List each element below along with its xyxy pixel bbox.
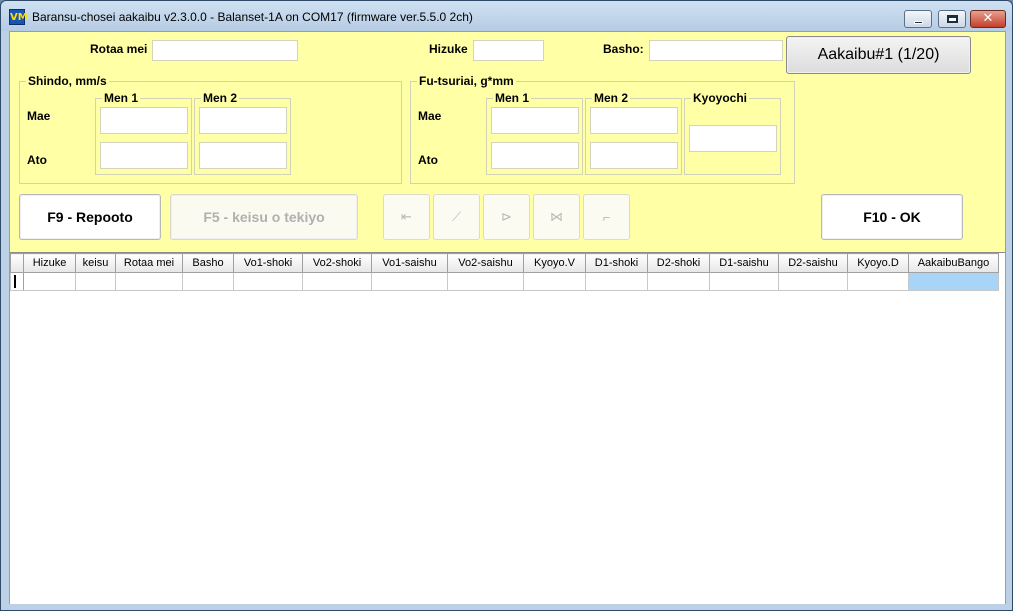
previous-record-button[interactable]: ⟋ — [433, 194, 480, 240]
apply-coefficient-button[interactable]: F5 - keisu o tekiyo — [170, 194, 358, 240]
place-field[interactable] — [649, 40, 783, 61]
column-header[interactable]: D2-saishu — [778, 253, 848, 273]
maximize-button[interactable] — [938, 10, 966, 28]
column-header[interactable]: D1-shoki — [585, 253, 648, 273]
next-record-icon: ⊳ — [501, 209, 512, 224]
selected-table-cell[interactable] — [908, 272, 999, 291]
column-header[interactable]: Hizuke — [23, 253, 76, 273]
maximize-icon — [947, 15, 958, 23]
table-cell[interactable] — [182, 272, 234, 291]
table-cell[interactable] — [778, 272, 848, 291]
ok-button[interactable]: F10 - OK — [821, 194, 963, 240]
column-header[interactable]: D1-saishu — [709, 253, 779, 273]
table-cell[interactable] — [647, 272, 710, 291]
last-record-button[interactable]: ⋈ — [533, 194, 580, 240]
table-cell[interactable] — [585, 272, 648, 291]
column-header[interactable]: Basho — [182, 253, 234, 273]
vibration-plane2-label: Men 2 — [201, 91, 240, 105]
rotor-name-field[interactable] — [152, 40, 298, 61]
table-cell[interactable] — [523, 272, 586, 291]
table-cell[interactable] — [371, 272, 448, 291]
last-record-icon: ⋈ — [550, 209, 563, 224]
archive-number-button[interactable]: Aakaibu#1 (1/20) — [786, 36, 971, 74]
input-panel: Rotaa mei Hizuke Basho: Aakaibu#1 (1/20)… — [10, 32, 1005, 252]
archive-grid[interactable]: Hizuke keisu Rotaa mei Basho Vo1-shoki V… — [10, 252, 1005, 604]
previous-record-icon: ⟋ — [451, 209, 462, 224]
first-record-icon: ⇤ — [401, 209, 412, 224]
vibration-after-label: Ato — [27, 153, 47, 167]
unbalance-after-label: Ato — [418, 153, 438, 167]
table-cell[interactable] — [233, 272, 303, 291]
rotor-name-label: Rotaa mei — [90, 42, 148, 56]
unbalance-plane1-before-field[interactable] — [491, 107, 579, 134]
app-logo-icon: VM — [9, 9, 28, 25]
table-cell[interactable] — [847, 272, 909, 291]
first-record-button[interactable]: ⇤ — [383, 194, 430, 240]
tolerance-field[interactable] — [689, 125, 777, 152]
vibration-plane1-label: Men 1 — [102, 91, 141, 105]
unbalance-plane2-before-field[interactable] — [590, 107, 678, 134]
window-title: Baransu-chosei aakaibu v2.3.0.0 - Balans… — [32, 10, 473, 24]
date-label: Hizuke — [429, 42, 468, 56]
delete-record-button[interactable]: ⌐ — [583, 194, 630, 240]
minimize-button[interactable] — [904, 10, 932, 28]
vibration-before-label: Mae — [27, 109, 51, 123]
unbalance-plane1-label: Men 1 — [493, 91, 532, 105]
row-pointer-icon — [14, 275, 16, 288]
table-cell[interactable] — [447, 272, 524, 291]
vibration-plane1-after-field[interactable] — [100, 142, 188, 169]
vibration-plane2-before-field[interactable] — [199, 107, 287, 134]
delete-record-icon: ⌐ — [602, 209, 611, 225]
unbalance-plane2-label: Men 2 — [592, 91, 631, 105]
place-label: Basho: — [603, 42, 644, 56]
unbalance-plane1-after-field[interactable] — [491, 142, 579, 169]
vibration-plane1-before-field[interactable] — [100, 107, 188, 134]
column-header[interactable]: Kyoyo.D — [847, 253, 909, 273]
next-record-button[interactable]: ⊳ — [483, 194, 530, 240]
table-row[interactable] — [10, 272, 999, 291]
unbalance-group: Fu-tsuriai, g*mm Men 1 Men 2 Kyoyochi Ma… — [410, 74, 795, 184]
table-cell[interactable] — [302, 272, 372, 291]
report-button[interactable]: F9 - Repooto — [19, 194, 161, 240]
column-header[interactable]: Kyoyo.V — [523, 253, 586, 273]
vibration-group-title: Shindo, mm/s — [26, 74, 109, 88]
column-header[interactable]: D2-shoki — [647, 253, 710, 273]
column-header[interactable]: keisu — [75, 253, 116, 273]
table-cell[interactable] — [709, 272, 779, 291]
column-header[interactable]: Rotaa mei — [115, 253, 183, 273]
title-bar[interactable]: VM Baransu-chosei aakaibu v2.3.0.0 - Bal… — [1, 1, 1012, 31]
archive-table: Hizuke keisu Rotaa mei Basho Vo1-shoki V… — [10, 253, 999, 291]
client-area: Rotaa mei Hizuke Basho: Aakaibu#1 (1/20)… — [9, 31, 1006, 604]
column-header[interactable]: Vo1-shoki — [233, 253, 303, 273]
unbalance-plane2-after-field[interactable] — [590, 142, 678, 169]
column-header[interactable]: Vo2-saishu — [447, 253, 524, 273]
vibration-group: Shindo, mm/s Men 1 Men 2 Mae Ato — [19, 74, 402, 184]
table-corner[interactable] — [10, 253, 24, 273]
date-field[interactable] — [473, 40, 544, 61]
unbalance-group-title: Fu-tsuriai, g*mm — [417, 74, 516, 88]
close-icon: ✕ — [982, 11, 994, 26]
table-cell[interactable] — [23, 272, 76, 291]
table-header-row: Hizuke keisu Rotaa mei Basho Vo1-shoki V… — [10, 253, 999, 273]
row-header[interactable] — [10, 272, 24, 291]
column-header[interactable]: Vo1-saishu — [371, 253, 448, 273]
table-cell[interactable] — [75, 272, 116, 291]
minimize-icon — [914, 21, 923, 24]
unbalance-before-label: Mae — [418, 109, 442, 123]
app-window: VM Baransu-chosei aakaibu v2.3.0.0 - Bal… — [0, 0, 1013, 611]
vibration-plane2-after-field[interactable] — [199, 142, 287, 169]
table-cell[interactable] — [115, 272, 183, 291]
close-button[interactable]: ✕ — [970, 10, 1006, 28]
tolerance-label: Kyoyochi — [691, 91, 750, 105]
column-header[interactable]: Vo2-shoki — [302, 253, 372, 273]
column-header[interactable]: AakaibuBango — [908, 253, 999, 273]
